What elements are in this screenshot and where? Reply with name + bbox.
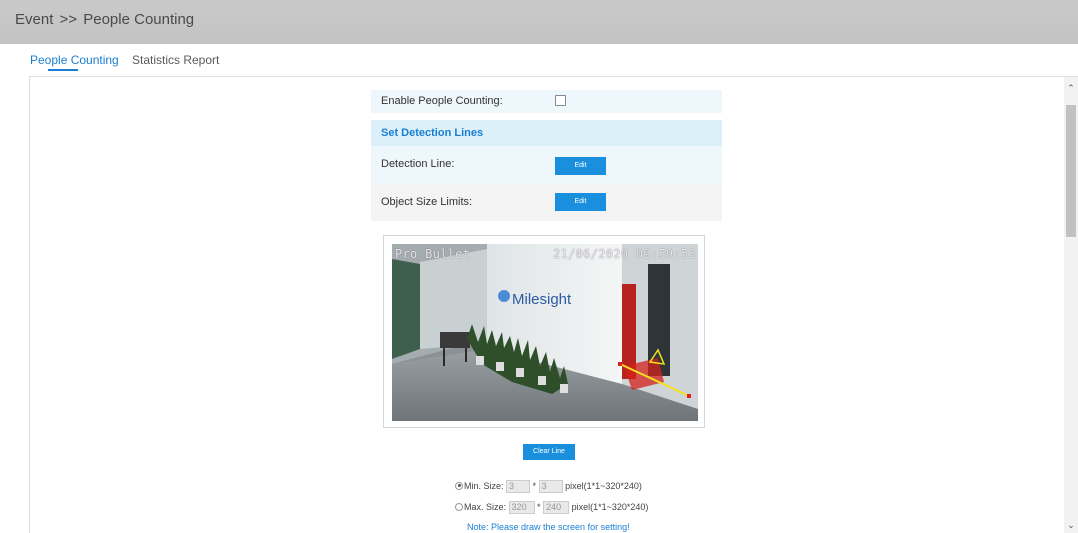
min-height-input[interactable]: 3: [538, 480, 563, 493]
min-size-row: Min. Size: 3 * 3 pixel(1*1~320*240): [455, 480, 642, 494]
max-width-input[interactable]: 320: [508, 501, 535, 514]
brand-logo-mark: [498, 290, 510, 302]
max-size-hint: pixel(1*1~320*240): [571, 501, 649, 512]
detection-line-label: Detection Line:: [381, 158, 455, 170]
min-size-radio[interactable]: [455, 481, 463, 490]
brand-logo-text: Milesight: [512, 291, 572, 308]
scroll-down-icon[interactable]: ⌄: [1064, 518, 1078, 532]
breadcrumb-page: People Counting: [83, 11, 195, 28]
breadcrumb-separator: >>: [59, 11, 78, 28]
min-width-input[interactable]: 3: [506, 480, 531, 493]
drawing-note: Note: Please draw the screen for setting…: [467, 522, 630, 532]
object-size-edit-button[interactable]: Edit: [555, 193, 606, 211]
tab-people-counting[interactable]: People Counting: [30, 53, 119, 67]
camera-scene: Milesight: [392, 244, 698, 421]
scroll-up-icon[interactable]: ⌃: [1064, 81, 1078, 95]
breadcrumb-section: Event: [15, 11, 54, 28]
vertical-scrollbar[interactable]: ⌃ ⌄: [1064, 77, 1078, 533]
breadcrumb: Event >> People Counting: [15, 11, 194, 28]
max-times-sign: *: [537, 501, 541, 512]
enable-label: Enable People Counting:: [381, 95, 503, 107]
detection-line-edit-button[interactable]: Edit: [555, 157, 606, 175]
clear-line-button[interactable]: Clear Line: [523, 444, 575, 460]
section-header: Set Detection Lines: [371, 120, 722, 146]
object-size-label: Object Size Limits:: [381, 196, 473, 208]
object-size-row: Object Size Limits: Edit: [371, 184, 722, 221]
max-size-row: Max. Size: 320 * 240 pixel(1*1~320*240): [455, 501, 648, 515]
min-times-sign: *: [532, 480, 537, 491]
line-handle-end[interactable]: [687, 394, 691, 398]
video-preview-frame: Milesight Pro Bullet 21/06/2020 09:59:53: [383, 235, 705, 428]
line-handle-start[interactable]: [618, 362, 622, 366]
content-panel: Enable People Counting: Set Detection Li…: [29, 76, 1078, 533]
live-video-canvas[interactable]: Milesight Pro Bullet 21/06/2020 09:59:53: [392, 244, 698, 421]
foosball-table: [440, 332, 470, 348]
max-size-radio[interactable]: [455, 502, 463, 511]
osd-datetime: 21/06/2020 09:59:53: [553, 247, 696, 261]
enable-people-counting-checkbox[interactable]: [555, 95, 566, 106]
tab-bar: People Counting Statistics Report: [0, 44, 1078, 76]
tab-statistics-report[interactable]: Statistics Report: [132, 53, 219, 67]
active-tab-indicator: [48, 69, 78, 71]
max-size-label: Max. Size:: [464, 501, 507, 512]
detection-line-row: Detection Line: Edit: [371, 146, 722, 184]
section-title: Set Detection Lines: [381, 127, 484, 139]
min-size-hint: pixel(1*1~320*240): [565, 480, 642, 491]
scrollbar-thumb[interactable]: [1066, 105, 1076, 237]
enable-row: Enable People Counting:: [371, 90, 722, 113]
max-height-input[interactable]: 240: [543, 501, 570, 514]
osd-camera-name: Pro Bullet: [395, 247, 471, 261]
header-bar: Event >> People Counting: [0, 0, 1078, 44]
min-size-label: Min. Size:: [464, 480, 504, 491]
window-plants: [392, 259, 420, 359]
